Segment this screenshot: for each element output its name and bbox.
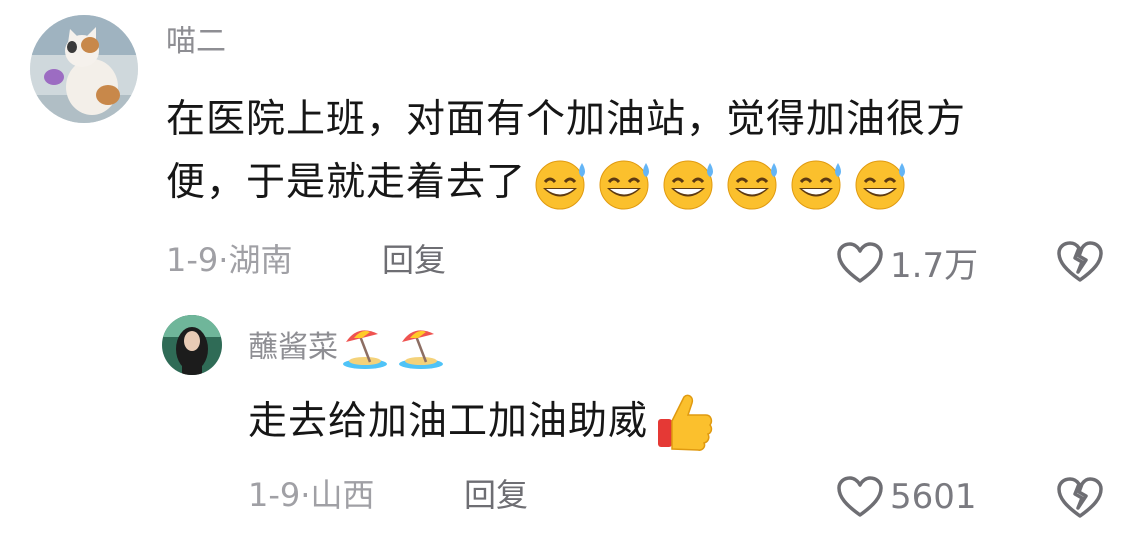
reply-like-button[interactable]: 5601 [836, 475, 977, 519]
comment-text-line-2: 便，于是就走着去了 [166, 160, 527, 205]
comment-text-line-1: 在医院上班，对面有个加油站，觉得加油很方 [166, 97, 967, 142]
grinning-sweat-emoji [727, 160, 778, 209]
comment-item: 喵二 在医院上班，对面有个加油站，觉得加油很方 便，于是就走着去了 1-9·湖南… [0, 0, 1140, 300]
girl-avatar-image [162, 315, 222, 375]
reply-date: 1-9· [248, 476, 311, 514]
broken-heart-icon [1057, 477, 1103, 518]
reply-dislike-button[interactable] [1056, 476, 1104, 524]
reply-user-avatar[interactable] [162, 315, 222, 375]
cat-avatar-image [30, 15, 138, 123]
grinning-sweat-emoji [791, 160, 842, 209]
grinning-sweat-emoji [535, 160, 586, 209]
reply-button[interactable]: 回复 [382, 240, 446, 280]
reply-username[interactable]: 蘸酱菜 [248, 326, 446, 370]
grinning-sweat-emoji [855, 160, 906, 209]
like-button[interactable]: 1.7万 [836, 238, 978, 287]
comment-location: 湖南 [228, 241, 293, 279]
grinning-sweat-emoji-row [530, 155, 914, 211]
reply-item: 蘸酱菜 走去给加油工加油助威 1-9·山西 回复 5601 [0, 300, 1140, 535]
comment-text: 在医院上班，对面有个加油站，觉得加油很方 便，于是就走着去了 [166, 88, 966, 214]
like-count: 1.7万 [890, 246, 979, 286]
thumbs-up-emoji [658, 394, 713, 451]
user-avatar[interactable] [30, 15, 138, 123]
username[interactable]: 喵二 [166, 22, 226, 62]
reply-reply-button[interactable]: 回复 [464, 475, 528, 515]
reply-like-count: 5601 [890, 477, 977, 517]
grinning-sweat-emoji [599, 160, 650, 209]
dislike-button[interactable] [1056, 240, 1104, 288]
beach-umbrella-emoji [343, 330, 387, 369]
beach-umbrella-emoji [399, 330, 443, 369]
reply-text-content: 走去给加油工加油助威 [248, 399, 649, 444]
comment-date: 1-9· [166, 241, 229, 279]
reply-meta: 1-9·山西 [248, 475, 374, 515]
grinning-sweat-emoji [663, 160, 714, 209]
heart-icon [837, 476, 883, 517]
reply-location: 山西 [310, 476, 375, 514]
comment-meta: 1-9·湖南 [166, 240, 292, 280]
reply-username-text: 蘸酱菜 [248, 330, 338, 365]
heart-icon [837, 241, 883, 283]
broken-heart-icon [1057, 241, 1103, 282]
reply-text: 走去给加油工加油助威 [248, 390, 714, 453]
